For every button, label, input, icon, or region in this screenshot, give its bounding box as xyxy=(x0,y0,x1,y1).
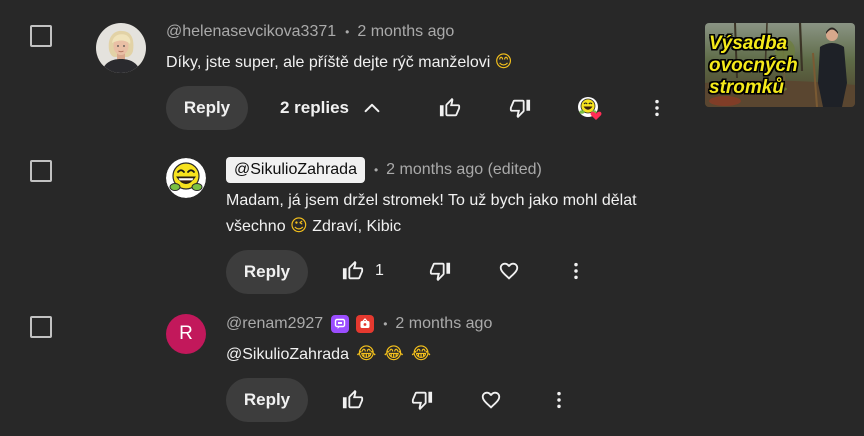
select-comment-checkbox[interactable] xyxy=(30,160,52,182)
smile-emoji: 😊 xyxy=(494,52,513,72)
thumb-down-icon xyxy=(411,391,433,411)
purple-member-badge-icon xyxy=(331,315,350,333)
video-thumbnail[interactable]: Výsadba ovocných stromků xyxy=(705,23,855,107)
more-actions-button[interactable] xyxy=(541,382,577,418)
reply-button[interactable]: Reply xyxy=(226,250,308,294)
dislike-button[interactable] xyxy=(502,90,538,126)
like-button[interactable] xyxy=(432,90,468,126)
thumbnail-title-line: ovocných xyxy=(709,55,798,76)
comment-time[interactable]: 2 months ago (edited) xyxy=(386,161,542,179)
author-name[interactable]: @helenasevcikova3371 xyxy=(166,23,336,41)
channel-owner-chip[interactable]: @SikulioZahrada xyxy=(226,157,365,183)
avatar[interactable] xyxy=(96,23,146,73)
thumbnail-title: Výsadba ovocných stromků xyxy=(709,33,798,99)
comment-text-part: Zdraví, Kibic xyxy=(312,218,402,235)
creator-heart-icon xyxy=(578,97,602,120)
like-button[interactable] xyxy=(335,382,371,418)
thumb-up-icon xyxy=(342,260,364,280)
reply-button[interactable]: Reply xyxy=(226,378,308,422)
thumb-up-icon xyxy=(342,389,364,409)
comment-text-line: všechno 😉 Zdraví, Kibic xyxy=(226,214,401,239)
separator-dot: • xyxy=(345,25,350,39)
laughing-emoji: 😂 xyxy=(411,344,431,364)
chevron-up-icon xyxy=(364,103,380,113)
comment-text-line: Madam, já jsem držel stromek! To už bych… xyxy=(226,192,637,209)
laughing-emoji: 😂 xyxy=(383,344,404,364)
more-actions-button[interactable] xyxy=(558,253,594,289)
comment-text: Díky, jste super, ale příště dejte rýč m… xyxy=(166,50,512,75)
reply-button-label: Reply xyxy=(183,98,231,117)
profile-photo-icon xyxy=(96,23,146,73)
thumb-up-icon xyxy=(439,97,461,117)
reply-button[interactable]: Reply xyxy=(166,86,248,130)
red-member-badge-icon xyxy=(356,315,375,333)
dislike-button[interactable] xyxy=(404,382,440,418)
heart-button[interactable] xyxy=(473,382,509,418)
mention-link[interactable]: @SikulioZahrada xyxy=(226,346,349,363)
comment-text-part: všechno xyxy=(226,218,286,235)
separator-dot: • xyxy=(383,317,388,331)
like-count: 1 xyxy=(375,262,384,279)
heart-outline-icon xyxy=(499,262,519,280)
laughing-smiley-icon xyxy=(166,158,206,198)
creator-heart-button[interactable] xyxy=(572,90,608,126)
laughing-emoji: 😂 xyxy=(356,344,377,364)
comment-time[interactable]: 2 months ago xyxy=(357,23,454,41)
separator-dot: • xyxy=(373,163,379,177)
more-vert-icon xyxy=(655,99,659,117)
avatar-letter: R xyxy=(179,323,193,344)
comment-header: @helenasevcikova3371 • 2 months ago xyxy=(166,21,454,43)
dislike-button[interactable] xyxy=(422,253,458,289)
thumb-down-icon xyxy=(429,262,451,282)
comment-time[interactable]: 2 months ago xyxy=(395,315,492,333)
like-button[interactable] xyxy=(335,253,371,289)
more-vert-icon xyxy=(574,262,578,280)
avatar[interactable]: R xyxy=(166,314,206,354)
reply-button-label: Reply xyxy=(243,262,291,281)
select-comment-checkbox[interactable] xyxy=(30,25,52,47)
reply-button-label: Reply xyxy=(243,390,291,409)
more-actions-button[interactable] xyxy=(639,90,675,126)
author-name[interactable]: @renam2927 xyxy=(226,315,323,333)
replies-count-label: 2 replies xyxy=(280,98,349,117)
comment-header: @SikulioZahrada • 2 months ago (edited) xyxy=(226,157,542,183)
thumbnail-title-line: Výsadba xyxy=(709,33,788,54)
avatar[interactable] xyxy=(166,158,206,198)
thumbnail-title-line: stromků xyxy=(709,77,784,98)
heart-outline-icon xyxy=(481,391,501,409)
heart-button[interactable] xyxy=(491,253,527,289)
comment-text-body: Díky, jste super, ale příště dejte rýč m… xyxy=(166,54,491,71)
more-vert-icon xyxy=(557,391,561,409)
thumb-down-icon xyxy=(509,99,531,119)
comment-header: @renam2927 • 2 months ago xyxy=(226,313,492,335)
select-comment-checkbox[interactable] xyxy=(30,316,52,338)
replies-toggle-button[interactable]: 2 replies xyxy=(280,90,383,126)
wink-emoji: 😉 xyxy=(290,216,308,236)
comment-text: @SikulioZahrada 😂 😂 😂 xyxy=(226,342,431,367)
